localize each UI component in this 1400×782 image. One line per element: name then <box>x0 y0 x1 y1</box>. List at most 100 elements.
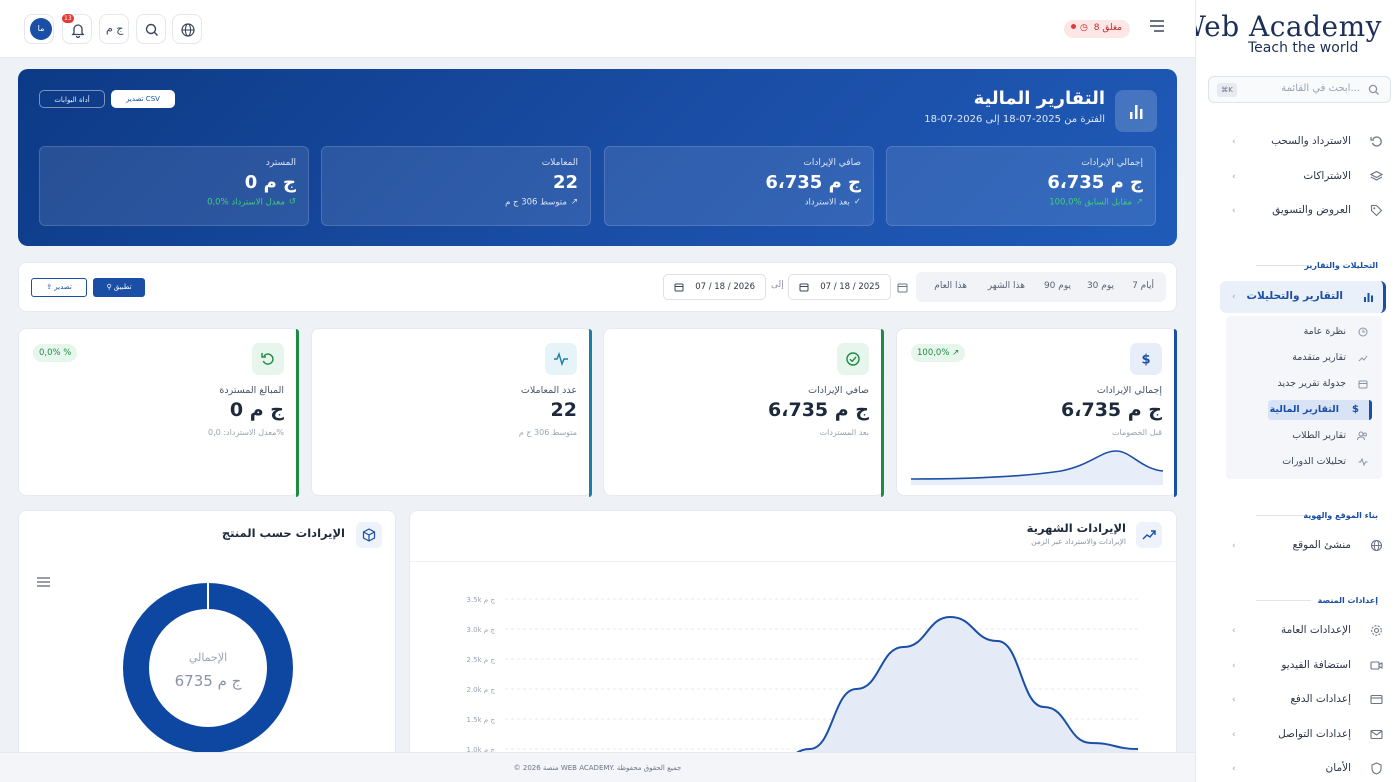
currency-button[interactable]: ج م <box>99 14 129 44</box>
revenue-area <box>781 617 1138 769</box>
card-value: 0 ج م <box>244 172 296 193</box>
sidebar-item-security[interactable]: الأمان ‹ <box>1220 753 1391 782</box>
bar-chart-icon <box>1362 290 1375 303</box>
section-title-reports: التحليلات والتقارير <box>1304 261 1378 270</box>
shield-icon <box>1370 762 1383 775</box>
submenu-item-overview[interactable]: نظرة عامة <box>1236 322 1376 342</box>
notification-badge: 13 <box>62 14 74 23</box>
preset-30-days[interactable]: 30 يوم <box>1087 281 1114 291</box>
stat-card-total-revenue: $ 100,0% ↗ إجمالي الإيرادات 6،735 ج م قب… <box>896 328 1177 497</box>
sidebar-item-label: منشئ الموقع <box>1292 539 1351 551</box>
sidebar-item-label: التقارير والتحليلات <box>1246 290 1343 302</box>
language-button[interactable] <box>172 14 202 44</box>
sidebar-item-general-settings[interactable]: الإعدادات العامة ‹ <box>1220 615 1391 647</box>
chevron-icon: ‹ <box>1232 661 1236 671</box>
card-foot-text: 100,0% مقابل السابق <box>1049 197 1132 208</box>
card-label: إجمالي الإيرادات <box>1081 158 1143 168</box>
stat-value: 22 <box>550 399 577 421</box>
report-chart-icon <box>1115 90 1157 132</box>
avatar[interactable]: ما <box>30 18 52 40</box>
card-value: 6،735 ج م <box>765 172 861 193</box>
gateways-tool-button[interactable]: أداة البوابات <box>39 90 105 108</box>
alert-icon: ◷ <box>1080 23 1088 33</box>
sidebar-item-video-hosting[interactable]: استضافة الفيديو ‹ <box>1220 650 1391 682</box>
submenu-item-students[interactable]: تقارير الطلاب <box>1236 426 1376 446</box>
check-circle-icon <box>837 343 869 375</box>
trend-value: 100,0% <box>917 348 950 358</box>
apply-filter-button[interactable]: ⚲ تطبيق <box>93 278 145 297</box>
search-icon <box>144 22 160 38</box>
sidebar-item-label: الإعدادات العامة <box>1280 624 1351 636</box>
sidebar-item-label: إعدادات الدفع <box>1290 693 1351 705</box>
search-button[interactable] <box>136 14 166 44</box>
refund-icon <box>252 343 284 375</box>
sidebar-item-refunds[interactable]: الاسترداد والسحب ‹ <box>1220 126 1391 158</box>
sidebar-item-label: إعدادات التواصل <box>1278 728 1351 740</box>
revenue-by-product-panel: الإيرادات حسب المنتج الإجمالي 6735 ج م <box>18 510 396 770</box>
card-footnote: بعد الاسترداد ✓ <box>805 197 861 208</box>
card-foot-text: بعد الاسترداد <box>804 197 850 208</box>
submenu-label: نظرة عامة <box>1303 326 1346 337</box>
section-divider <box>1256 600 1311 601</box>
export-button[interactable]: ⇪ تصدير <box>31 278 87 297</box>
submenu-item-courses[interactable]: تحليلات الدورات <box>1236 452 1376 472</box>
trend-up-icon <box>1136 522 1162 548</box>
card-footnote: 100,0% مقابل السابق ↗ <box>1049 197 1143 208</box>
activity-icon <box>545 343 577 375</box>
closed-tickets-pill[interactable]: ◷ 8 مغلق <box>1064 20 1130 38</box>
section-title-site: بناء الموقع والهوية <box>1303 511 1378 520</box>
clock-icon <box>1358 327 1368 337</box>
y-tick-label: 2.5k ج م <box>467 656 496 664</box>
preset-this-year[interactable]: هذا العام <box>934 281 967 291</box>
menu-toggle-icon[interactable] <box>1148 18 1166 34</box>
chevron-icon: ‹ <box>1232 730 1236 740</box>
date-filter-bar: 7 أيام 30 يوم 90 يوم هذا الشهر هذا العام… <box>18 262 1177 312</box>
stat-label: عدد المعاملات <box>520 385 577 396</box>
submenu-label: تحليلات الدورات <box>1282 456 1346 467</box>
date-to-input[interactable]: 07 / 18 / 2026 <box>663 274 766 300</box>
chevron-icon: ‹ <box>1232 206 1236 216</box>
sidebar-item-marketing[interactable]: العروض والتسويق ‹ <box>1220 195 1391 227</box>
trend-badge: 0,0% % <box>33 344 78 362</box>
card-footnote: 0,0% معدل الاسترداد ↺ <box>207 197 296 208</box>
shortcut-hint: ⌘K <box>1217 83 1237 97</box>
sidebar-item-payment-settings[interactable]: إعدادات الدفع ‹ <box>1220 684 1391 716</box>
hamburger-menu-icon[interactable] <box>37 577 50 587</box>
stat-footnote: قبل الخصومات <box>1112 428 1162 437</box>
mail-icon <box>1370 728 1383 741</box>
submenu-item-advanced[interactable]: تقارير متقدمة <box>1236 348 1376 368</box>
chevron-icon: ‹ <box>1232 764 1236 774</box>
sidebar-item-site-builder[interactable]: منشئ الموقع ‹ <box>1220 530 1391 562</box>
stat-value: 6،735 ج م <box>1061 399 1162 421</box>
topbar: ما 13 ج م ◷ 8 مغلق <box>0 0 1195 58</box>
sidebar-item-communication[interactable]: إعدادات التواصل ‹ <box>1220 719 1391 751</box>
donut-center-value: 6735 ج م <box>174 672 242 690</box>
submenu-item-schedule[interactable]: جدولة تقرير جديد <box>1236 374 1376 394</box>
date-from-value: 07 / 18 / 2025 <box>820 282 880 292</box>
date-from-input[interactable]: 07 / 18 / 2025 <box>788 274 891 300</box>
card-accent <box>1174 329 1177 497</box>
product-chart-title: الإيرادات حسب المنتج <box>221 526 345 540</box>
export-csv-button[interactable]: تصدير CSV <box>111 90 175 108</box>
sidebar-item-reports[interactable]: التقارير والتحليلات ‹ <box>1220 281 1386 313</box>
layers-icon <box>1370 170 1383 183</box>
period-subtitle: الفترة من 2025-07-18 إلى 2026-07-18 <box>924 114 1105 125</box>
sidebar-item-subscriptions[interactable]: الاشتراكات ‹ <box>1220 161 1391 193</box>
hero-card-net-revenue: صافي الإيرادات 6،735 ج م بعد الاسترداد ✓ <box>604 146 874 226</box>
gear-icon <box>1370 624 1383 637</box>
trend-badge: 100,0% ↗ <box>911 344 966 362</box>
card-accent <box>589 329 592 497</box>
preset-90-days[interactable]: 90 يوم <box>1044 281 1071 291</box>
dollar-icon: $ <box>1352 404 1359 415</box>
status-dot <box>1071 24 1076 29</box>
preset-this-month[interactable]: هذا الشهر <box>988 281 1025 291</box>
card-label: المعاملات <box>541 158 578 168</box>
card-foot-text: 0,0% معدل الاسترداد <box>207 197 285 208</box>
preset-7-days[interactable]: 7 أيام <box>1132 281 1154 291</box>
submenu-item-financial[interactable]: $ التقارير المالية <box>1268 400 1372 420</box>
sidebar: Web Academy Teach the world ابحث في القا… <box>1195 0 1400 782</box>
section-divider <box>1256 265 1311 266</box>
chevron-icon: ‹ <box>1232 541 1236 551</box>
card-accent <box>296 329 299 497</box>
sidebar-search[interactable]: ابحث في القائمة... ⌘K <box>1208 76 1391 103</box>
